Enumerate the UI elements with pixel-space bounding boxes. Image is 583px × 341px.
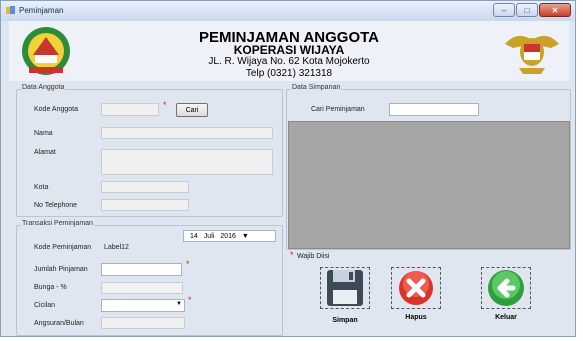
- kode-peminjaman-value: Label12: [104, 244, 129, 251]
- hapus-label: Hapus: [405, 314, 427, 321]
- cari-peminjaman-input[interactable]: [389, 103, 479, 116]
- jumlah-pinjaman-input[interactable]: [101, 263, 182, 276]
- telephone-input[interactable]: [101, 199, 189, 211]
- required-marker: *: [186, 259, 190, 269]
- floppy-disk-icon: [327, 270, 363, 306]
- keluar-label: Keluar: [495, 314, 517, 321]
- cari-peminjaman-label: Cari Peminjaman: [311, 106, 365, 113]
- simpan-label: Simpan: [332, 317, 358, 324]
- header-subtitle: KOPERASI WIJAYA: [233, 43, 345, 57]
- data-simpanan-label: Data Simpanan: [291, 84, 342, 91]
- kode-peminjaman-label: Kode Peminjaman: [34, 244, 92, 251]
- keluar-button[interactable]: [481, 267, 531, 309]
- minimize-button[interactable]: –: [493, 3, 515, 17]
- cicilan-label: Cicilan: [34, 302, 56, 309]
- cari-anggota-button[interactable]: Cari: [176, 103, 208, 117]
- angsuran-input[interactable]: [101, 317, 185, 329]
- title-bar: Peminjaman – □ ✕: [1, 1, 575, 21]
- transaksi-label: Transaksi Peminjaman: [21, 220, 94, 227]
- kode-anggota-label: Kode Anggota: [34, 106, 78, 113]
- tanggal-date-picker[interactable]: 14 Juli 2016 ▼: [183, 230, 276, 242]
- peminjaman-data-grid[interactable]: [288, 121, 570, 249]
- date-month: Juli: [203, 232, 215, 240]
- required-marker: *: [290, 250, 294, 260]
- alamat-input[interactable]: [101, 149, 273, 175]
- angsuran-label: Angsuran/Bulan: [34, 320, 84, 327]
- app-icon: [6, 6, 15, 14]
- required-marker: *: [188, 295, 192, 305]
- chevron-down-icon: ▼: [241, 232, 249, 240]
- hapus-button[interactable]: [391, 267, 441, 309]
- back-arrow-icon: [488, 270, 524, 306]
- kota-input[interactable]: [101, 181, 189, 193]
- date-day: 14: [190, 232, 198, 240]
- garuda-emblem-icon: [505, 35, 559, 74]
- telephone-label: No Telephone: [34, 202, 78, 209]
- bunga-input[interactable]: [101, 282, 183, 294]
- simpan-button[interactable]: [320, 267, 370, 309]
- maximize-button[interactable]: □: [516, 3, 538, 17]
- nama-label: Nama: [34, 130, 53, 137]
- nama-input[interactable]: [101, 127, 273, 139]
- kode-anggota-input[interactable]: [101, 103, 159, 116]
- app-window: Peminjaman – □ ✕ PEMINJAMAN ANGGOTA KOPE…: [0, 0, 576, 337]
- window-title: Peminjaman: [19, 6, 64, 15]
- bunga-label: Bunga - %: [34, 284, 67, 291]
- header-banner: PEMINJAMAN ANGGOTA KOPERASI WIJAYA JL. R…: [9, 21, 569, 81]
- required-marker: *: [163, 100, 167, 110]
- alamat-label: Alamat: [34, 149, 56, 156]
- wajib-diisi-note: Wajib Diisi: [297, 253, 330, 260]
- kota-label: Kota: [34, 184, 49, 191]
- jumlah-pinjaman-label: Jumlah Pinjaman: [34, 266, 88, 273]
- header-phone: Telp (0321) 321318: [245, 68, 333, 79]
- close-button[interactable]: ✕: [539, 3, 571, 17]
- date-year: 2016: [220, 232, 236, 240]
- data-anggota-label: Data Anggota: [21, 84, 66, 91]
- header-address: JL. R. Wijaya No. 62 Kota Mojokerto: [208, 56, 370, 67]
- chevron-down-icon: ▼: [176, 301, 182, 307]
- delete-x-icon: [399, 271, 433, 305]
- cicilan-select[interactable]: ▼: [101, 299, 185, 312]
